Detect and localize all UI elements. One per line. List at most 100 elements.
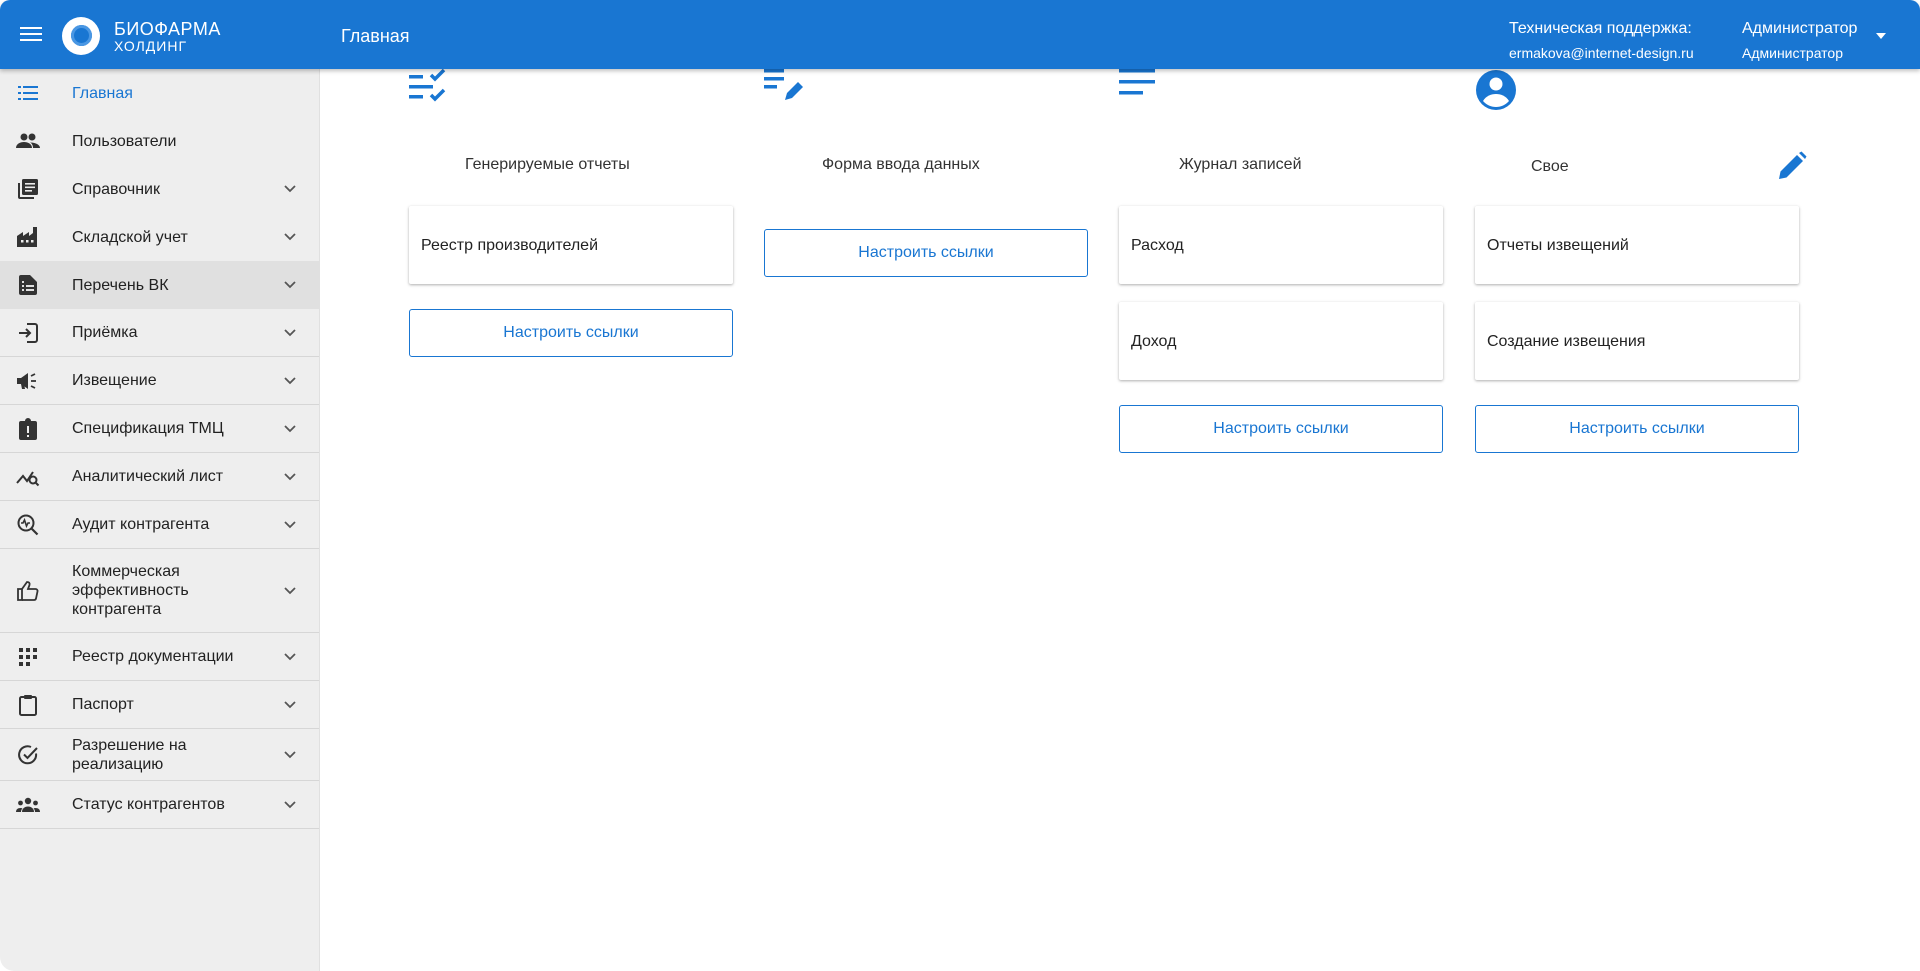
logo-icon [62,17,100,55]
user-name: Администратор [1742,20,1858,37]
list-icon [16,81,40,105]
link-card-label: Доход [1131,333,1177,350]
sidebar-item-label: Приёмка [72,324,138,341]
sidebar-item-label: Спецификация ТМЦ [72,420,224,437]
sidebar-item-label: Статус контрагентов [72,796,225,813]
chevron-down-icon [284,233,296,241]
sidebar-item-passport[interactable]: Паспорт [0,681,319,729]
caret-down-icon[interactable] [1876,33,1886,39]
setup-links-button[interactable]: Настроить ссылки [1119,405,1443,453]
sidebar-item-users[interactable]: Пользователи [0,117,319,165]
clipboard-icon [16,693,40,717]
sidebar-item-commercial-efficiency[interactable]: Коммерческая эффективность контрагента [0,549,319,633]
sidebar-item-vk-list[interactable]: Перечень ВК [0,261,319,309]
sidebar-item-acceptance[interactable]: Приёмка [0,309,319,357]
column-title: Генерируемые отчеты [465,156,630,173]
brand-line2: ХОЛДИНГ [114,38,188,54]
sidebar-item-label: Главная [72,84,133,102]
chevron-down-icon [284,700,296,708]
link-card[interactable]: Расход [1119,206,1443,284]
sidebar-item-reference[interactable]: Справочник [0,165,319,213]
chevron-down-icon [284,586,296,594]
chevron-down-icon [284,472,296,480]
check-circle-icon [16,743,40,767]
apps-icon [16,645,40,669]
sidebar-item-sale-permit[interactable]: Разрешение на реализацию [0,729,319,781]
chevron-down-icon [284,376,296,384]
top-app-bar: БИОФАРМА ХОЛДИНГ Главная Техническая под… [0,0,1920,69]
sidebar-item-label: Справочник [72,180,160,198]
page-title: Главная [341,26,410,46]
menu-icon[interactable] [20,24,42,42]
chevron-down-icon [284,800,296,808]
setup-links-button[interactable]: Настроить ссылки [409,309,733,357]
support-block: Техническая поддержка: ermakova@internet… [1509,16,1694,66]
chevron-down-icon [284,185,296,193]
link-card[interactable]: Создание извещения [1475,302,1799,380]
chevron-down-icon [284,750,296,758]
chevron-down-icon [284,281,296,289]
sidebar-item-label: Аналитический лист [72,468,224,485]
sidebar-item-label: Извещение [72,372,157,389]
sidebar-item-home[interactable]: Главная [0,69,319,117]
link-card-label: Расход [1131,237,1184,254]
sidebar-item-notice[interactable]: Извещение [0,357,319,405]
sidebar-item-counterparty-status[interactable]: Статус контрагентов [0,781,319,829]
column-records-journal: Журнал записей Расход Доход Настроить сс… [1119,69,1443,453]
support-email[interactable]: ermakova@internet-design.ru [1509,41,1694,66]
brand-name: БИОФАРМА ХОЛДИНГ [114,19,221,55]
sidebar-item-warehouse[interactable]: Складской учет [0,213,319,261]
column-title: Журнал записей [1179,156,1302,173]
thumb-up-icon [16,579,40,603]
sidebar-item-label: Паспорт [72,696,134,713]
query-stats-icon [16,465,40,489]
lines-icon [1119,69,1155,95]
chevron-down-icon [284,520,296,528]
sidebar-item-analytics[interactable]: Аналитический лист [0,453,319,501]
app-window: БИОФАРМА ХОЛДИНГ Главная Техническая под… [0,0,1920,971]
setup-links-button[interactable]: Настроить ссылки [764,229,1088,277]
sidebar-item-doc-registry[interactable]: Реестр документации [0,633,319,681]
link-card[interactable]: Отчеты извещений [1475,206,1799,284]
link-card[interactable]: Доход [1119,302,1443,380]
user-role: Администратор [1742,45,1844,61]
campaign-icon [16,369,40,393]
link-card-label: Реестр производителей [421,237,598,254]
edit-note-icon [764,69,803,100]
sidebar: Главная Пользователи Справочник Складско… [0,69,320,971]
sidebar-item-label: Аудит контрагента [72,516,210,533]
sidebar-item-audit[interactable]: Аудит контрагента [0,501,319,549]
sidebar-item-label: Разрешение на реализацию [72,736,187,773]
checklist-icon [409,68,446,102]
column-generated-reports: Генерируемые отчеты Реестр производителе… [409,68,733,357]
document-icon [16,273,40,297]
column-title: Форма ввода данных [822,156,980,173]
account-circle-icon [1476,70,1516,110]
user-menu[interactable]: Администратор Администратор [1742,16,1857,66]
link-card-label: Отчеты извещений [1487,237,1629,254]
chevron-down-icon [284,652,296,660]
clipboard-alert-icon [16,417,40,441]
main-content: Генерируемые отчеты Реестр производителе… [321,68,1920,971]
link-card-label: Создание извещения [1487,333,1646,350]
factory-icon [16,225,40,249]
sidebar-item-specification[interactable]: Спецификация ТМЦ [0,405,319,453]
groups-icon [16,793,40,817]
sidebar-item-label: Реестр документации [72,648,234,665]
login-icon [16,321,40,345]
sidebar-item-label: Пользователи [72,132,177,150]
column-title: Свое [1531,158,1569,175]
pencil-icon[interactable] [1777,151,1807,181]
support-label: Техническая поддержка: [1509,20,1692,37]
sidebar-item-label: Складской учет [72,228,188,246]
column-custom: Свое Отчеты извещений Создание извещения… [1475,69,1799,453]
chevron-down-icon [284,328,296,336]
link-card[interactable]: Реестр производителей [409,206,733,284]
library-icon [16,177,40,201]
column-data-entry-form: Форма ввода данных Настроить ссылки [764,69,1088,277]
brand-line1: БИОФАРМА [114,19,221,39]
audit-search-icon [16,513,40,537]
people-icon [16,129,40,153]
setup-links-button[interactable]: Настроить ссылки [1475,405,1799,453]
sidebar-item-label: Коммерческая эффективность контрагента [72,563,189,618]
